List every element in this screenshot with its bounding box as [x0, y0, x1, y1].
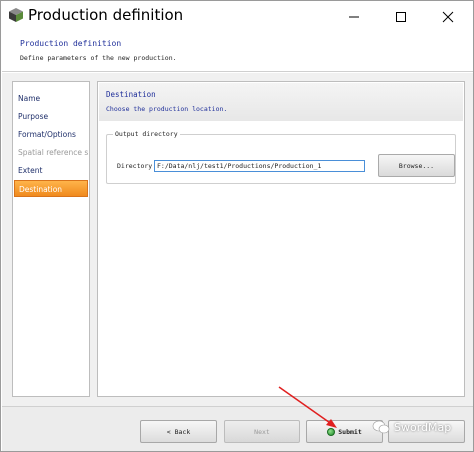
green-check-icon	[327, 427, 336, 436]
cube-icon	[8, 7, 24, 23]
directory-label: Directory	[117, 162, 153, 170]
back-button[interactable]: < Back	[140, 420, 217, 443]
browse-button[interactable]: Browse...	[378, 154, 455, 177]
minimize-button[interactable]	[331, 1, 377, 32]
dialog-window: Production definition Production definit…	[0, 0, 474, 452]
directory-input[interactable]: F:/Data/nlj/test1/Productions/Production…	[154, 160, 365, 172]
nav-item-name[interactable]: Name	[14, 90, 88, 107]
nav-item-purpose[interactable]: Purpose	[14, 108, 88, 125]
header-subtitle: Define parameters of the new production.	[20, 54, 177, 62]
watermark: SwordMap	[372, 420, 451, 434]
destination-panel: Destination Choose the production locati…	[97, 81, 465, 397]
panel-subtitle: Choose the production location.	[106, 105, 228, 113]
maximize-icon	[396, 11, 406, 22]
chat-bubble-icon	[372, 420, 390, 434]
panel-header: Destination Choose the production locati…	[99, 83, 463, 121]
close-icon	[442, 11, 454, 22]
next-button: Next	[224, 420, 300, 443]
title-bar: Production definition	[1, 1, 473, 32]
nav-item-format-options[interactable]: Format/Options	[14, 126, 88, 143]
step-navigation: Name Purpose Format/Options Spatial refe…	[12, 81, 90, 397]
maximize-button[interactable]	[378, 1, 424, 32]
nav-item-extent[interactable]: Extent	[14, 162, 88, 179]
wizard-body: Name Purpose Format/Options Spatial refe…	[2, 73, 473, 406]
watermark-text: SwordMap	[394, 420, 452, 434]
output-directory-group: Output directory Directory F:/Data/nlj/t…	[106, 130, 456, 184]
wizard-header: Production definition Define parameters …	[2, 32, 473, 72]
panel-title: Destination	[106, 90, 156, 99]
nav-item-spatial-reference: Spatial reference s	[18, 148, 88, 157]
minimize-icon	[349, 16, 359, 17]
close-button[interactable]	[425, 1, 471, 32]
group-label: Output directory	[113, 130, 180, 138]
window-title: Production definition	[28, 6, 184, 24]
nav-item-destination[interactable]: Destination	[14, 180, 88, 197]
submit-label: Submit	[338, 427, 362, 436]
header-title: Production definition	[20, 39, 122, 48]
